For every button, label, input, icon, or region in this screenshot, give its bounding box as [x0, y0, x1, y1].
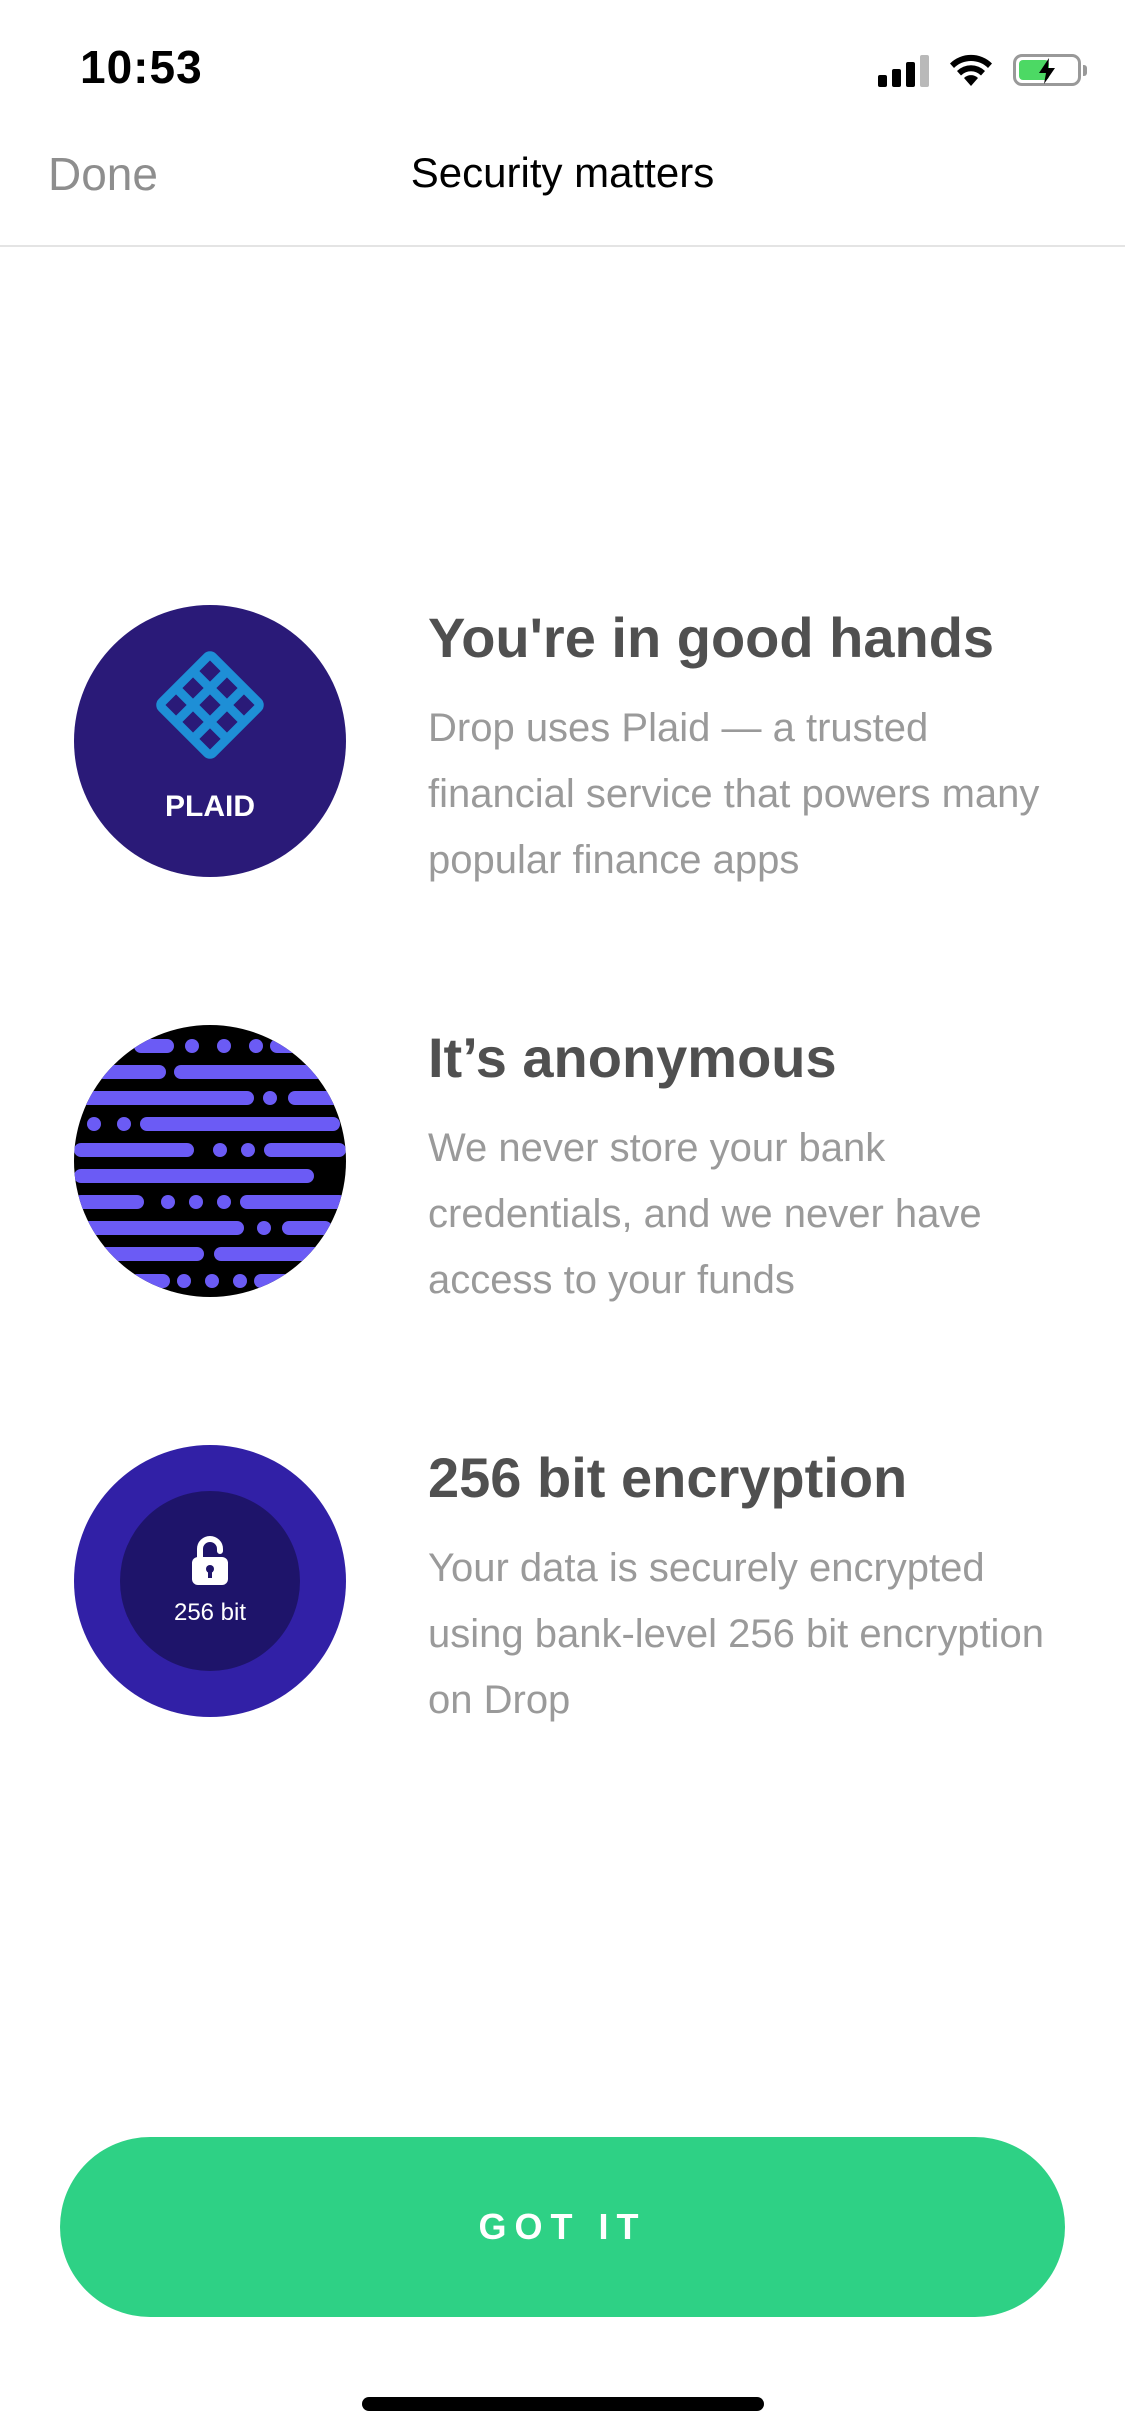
- feature-description: We never store your bank credentials, an…: [428, 1126, 982, 1302]
- got-it-button[interactable]: GOT IT: [60, 2137, 1065, 2317]
- status-bar: 10:53: [0, 0, 1125, 135]
- anonymous-pattern-icon: [74, 1025, 346, 1297]
- wifi-icon: [950, 54, 992, 86]
- lock-icon: [192, 1536, 228, 1585]
- status-time: 10:53: [80, 41, 203, 93]
- plaid-logo-icon: PLAID: [74, 605, 346, 877]
- feature-description: Your data is securely encrypted using ba…: [428, 1546, 1044, 1722]
- plaid-logo-text: PLAID: [165, 790, 255, 823]
- feature-title: You're in good hands: [428, 606, 995, 669]
- encryption-badge-inner: 256 bit: [120, 1491, 300, 1671]
- navigation-bar: Done Security matters: [0, 135, 1125, 247]
- battery-charging-icon: [1013, 54, 1087, 86]
- status-icons: [878, 50, 1087, 90]
- got-it-button-label: GOT IT: [478, 2206, 647, 2247]
- home-indicator[interactable]: [362, 2397, 764, 2411]
- encryption-badge: 256 bit: [74, 1445, 346, 1717]
- feature-description: Drop uses Plaid — a trusted financial se…: [428, 706, 1040, 882]
- feature-title: 256 bit encryption: [428, 1446, 908, 1509]
- encryption-badge-label: 256 bit: [173, 1599, 247, 1626]
- page-title: Security matters: [410, 149, 715, 196]
- signal-icon: [878, 53, 929, 87]
- feature-title: It’s anonymous: [428, 1026, 837, 1089]
